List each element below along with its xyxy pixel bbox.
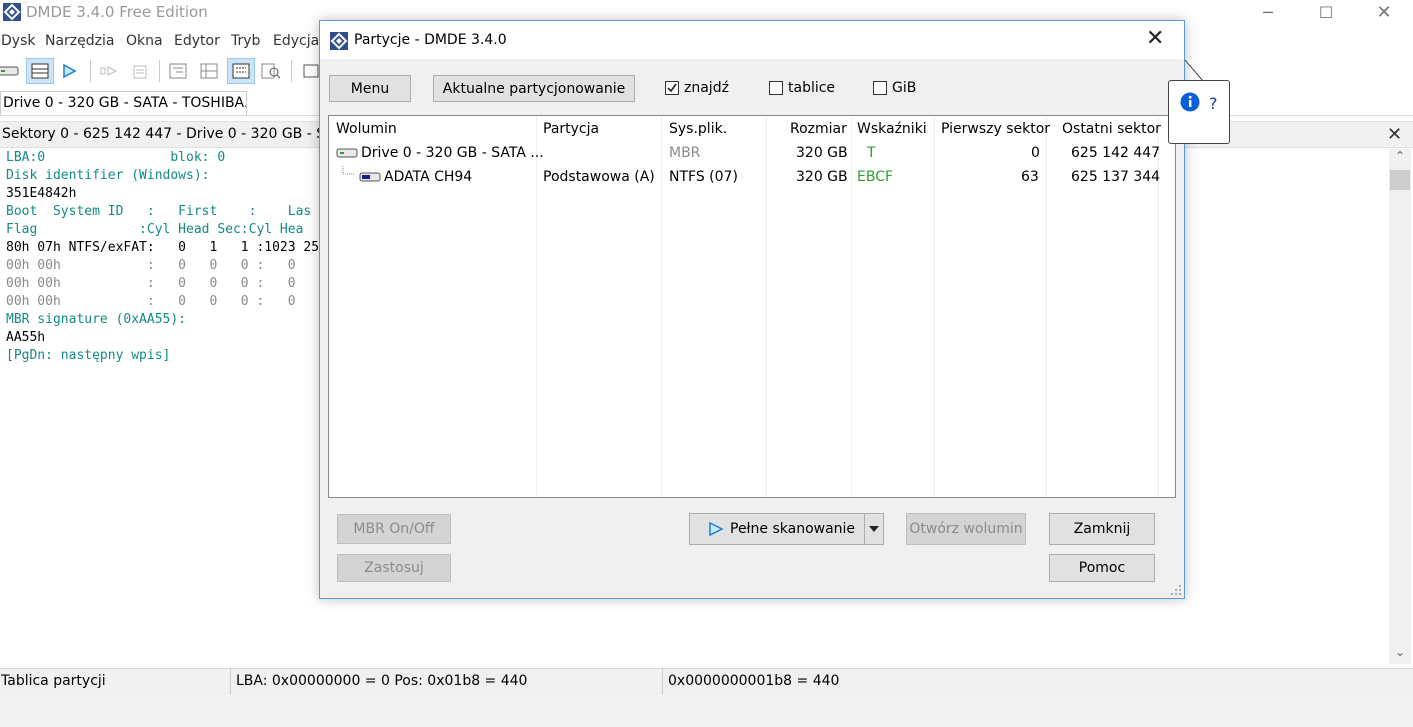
- cell-indicators: T: [867, 145, 876, 161]
- tree-connector-icon: [341, 166, 361, 184]
- column-header-filesystem[interactable]: Sys.plik.: [669, 121, 727, 137]
- partition-list[interactable]: Wolumin Partycja Sys.plik. Rozmiar Wskaź…: [328, 115, 1176, 498]
- gib-checkbox[interactable]: [873, 81, 887, 95]
- cell-filesystem: NTFS (07): [669, 169, 738, 185]
- bottom-strip: [0, 695, 1413, 727]
- help-tooltip: ?: [1168, 80, 1230, 144]
- table-view-icon[interactable]: [195, 58, 223, 84]
- hex-view-icon[interactable]: [227, 58, 255, 84]
- cell-first-sector: 63: [1021, 169, 1039, 185]
- text-line: 00h 00h : 0 0 0 : 0: [6, 294, 320, 309]
- close-panel-icon[interactable]: ✕: [1387, 124, 1402, 145]
- maximize-button[interactable]: ☐: [1303, 0, 1349, 24]
- menu-edytor[interactable]: Edytor: [174, 33, 220, 49]
- status-left: Tablica partycji: [1, 673, 106, 689]
- cell-indicators: EBCF: [857, 169, 894, 185]
- menu-button[interactable]: Menu: [329, 75, 411, 102]
- menu-okna[interactable]: Okna: [126, 33, 163, 49]
- column-header-first-sector[interactable]: Pierwszy sektor: [941, 121, 1050, 137]
- scan-icon[interactable]: [126, 58, 154, 84]
- cell-partition: Podstawowa (A): [543, 169, 655, 185]
- close-window-button[interactable]: ✕: [1361, 0, 1407, 24]
- text-line: AA55h: [6, 330, 46, 345]
- menu-tryb[interactable]: Tryb: [231, 33, 260, 49]
- text-line: LBA:0 blok: 0: [6, 150, 226, 165]
- dialog-title: Partycje - DMDE 3.4.0: [354, 32, 507, 48]
- help-button[interactable]: Pomoc: [1049, 554, 1155, 582]
- full-scan-dropdown-button[interactable]: [864, 513, 884, 545]
- current-partitioning-button[interactable]: Aktualne partycjonowanie: [433, 75, 635, 102]
- scrollbar-thumb[interactable]: [1390, 170, 1410, 190]
- scroll-down-icon[interactable]: ⌄: [1389, 645, 1411, 665]
- text-line: 00h 00h : 0 0 0 : 0: [6, 276, 320, 291]
- cell-volume: ADATA CH94: [384, 169, 473, 185]
- sectors-header-label: Sektory 0 - 625 142 447 - Drive 0 - 320 …: [2, 126, 351, 142]
- partition-icon: [359, 171, 381, 187]
- menu-dysk[interactable]: Dysk: [1, 33, 35, 49]
- cell-size: 320 GB: [796, 169, 848, 185]
- column-header-indicators[interactable]: Wskaźniki: [857, 121, 927, 137]
- column-header-partition[interactable]: Partycja: [543, 121, 599, 137]
- next-icon[interactable]: [96, 58, 124, 84]
- cell-volume: Drive 0 - 320 GB - SATA ...: [361, 145, 544, 161]
- text-line: Flag :Cyl Head Sec:Cyl Hea: [6, 222, 304, 237]
- close-button[interactable]: Zamknij: [1049, 513, 1155, 545]
- tables-checkbox-label[interactable]: tablice: [788, 80, 835, 96]
- minimize-button[interactable]: ─: [1245, 0, 1291, 24]
- toolbar: [0, 55, 330, 87]
- text-line: Disk identifier (Windows):: [6, 168, 210, 183]
- cell-last-sector: 625 142 447: [1071, 145, 1161, 161]
- resize-grip-icon[interactable]: [1170, 584, 1182, 600]
- tab-drive-0[interactable]: Drive 0 - 320 GB - SATA - TOSHIBA...: [0, 91, 247, 116]
- drive-icon[interactable]: [0, 58, 22, 84]
- text-line: MBR signature (0xAA55):: [6, 312, 187, 327]
- dialog-logo-icon: [330, 32, 348, 50]
- tree-view-icon[interactable]: [164, 58, 192, 84]
- window-title: DMDE 3.4.0 Free Edition: [26, 3, 208, 21]
- text-line: Boot System ID : First : Las: [6, 204, 312, 219]
- column-header-size[interactable]: Rozmiar: [790, 121, 847, 137]
- cell-size: 320 GB: [796, 145, 848, 161]
- list-view-icon[interactable]: [26, 58, 54, 84]
- column-header-last-sector[interactable]: Ostatni sektor: [1062, 121, 1161, 137]
- table-row[interactable]: ADATA CH94 Podstawowa (A) NTFS (07) 320 …: [329, 166, 1175, 190]
- menu-narzedzia[interactable]: Narzędzia: [45, 33, 114, 49]
- cell-last-sector: 625 137 344: [1071, 169, 1161, 185]
- cell-filesystem: MBR: [669, 145, 701, 161]
- play-icon: [708, 521, 724, 537]
- text-line: 00h 00h : 0 0 0 : 0: [6, 258, 320, 273]
- cell-first-sector: 0: [1031, 145, 1040, 161]
- open-volume-button[interactable]: Otwórz wolumin: [906, 513, 1026, 545]
- hard-drive-icon: [336, 147, 358, 163]
- partition-table-text-view[interactable]: LBA:0 blok: 0 Disk identifier (Windows):…: [0, 149, 330, 664]
- info-icon: [1180, 92, 1200, 116]
- text-line: 80h 07h NTFS/exFAT: 0 1 1 :1023 25: [6, 240, 320, 255]
- status-middle: LBA: 0x00000000 = 0 Pos: 0x01b8 = 440: [236, 673, 528, 689]
- find-checkbox-label[interactable]: znajdź: [684, 80, 729, 96]
- tables-checkbox[interactable]: [769, 81, 783, 95]
- status-right: 0x0000000001b8 = 440: [668, 673, 840, 689]
- gib-checkbox-label[interactable]: GiB: [892, 80, 916, 96]
- menu-bar: Dysk Narzędzia Okna Edytor Tryb Edycja: [0, 30, 330, 52]
- app-logo-icon: [3, 3, 21, 21]
- column-header-volume[interactable]: Wolumin: [336, 121, 397, 137]
- play-icon[interactable]: [55, 58, 83, 84]
- table-row[interactable]: Drive 0 - 320 GB - SATA ... MBR 320 GB T…: [329, 142, 1175, 166]
- full-scan-button[interactable]: Pełne skanowanie: [689, 513, 865, 545]
- text-line: [PgDn: następny wpis]: [6, 348, 171, 363]
- dialog-close-button[interactable]: ✕: [1146, 26, 1164, 51]
- menu-edycja[interactable]: Edycja: [273, 33, 319, 49]
- full-scan-label: Pełne skanowanie: [730, 521, 856, 537]
- find-checkbox[interactable]: [665, 81, 679, 95]
- tooltip-text: ?: [1209, 94, 1218, 113]
- scroll-up-icon[interactable]: ⌃: [1389, 149, 1411, 169]
- search-view-icon[interactable]: [257, 58, 285, 84]
- apply-button[interactable]: Zastosuj: [337, 554, 451, 582]
- text-line: 351E4842h: [6, 186, 77, 201]
- mbr-onoff-button[interactable]: MBR On/Off: [337, 514, 451, 544]
- partitions-dialog: Partycje - DMDE 3.4.0 ✕ Menu Aktualne pa…: [319, 20, 1185, 599]
- vertical-scrollbar[interactable]: [1389, 149, 1411, 664]
